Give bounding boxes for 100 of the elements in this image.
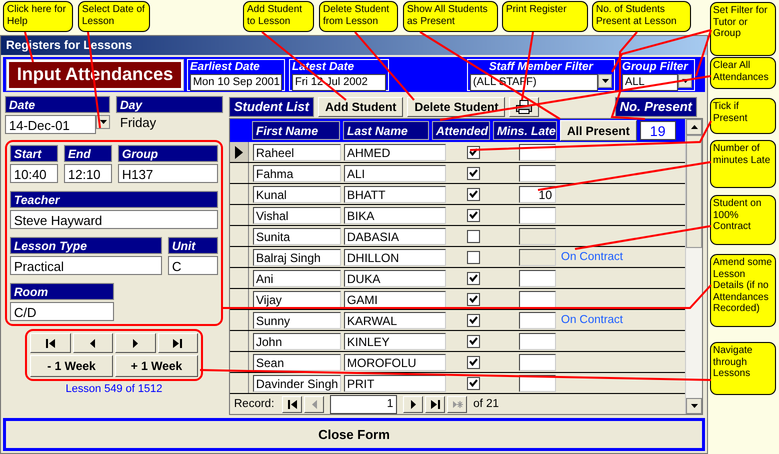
all-present-button[interactable]: All Present bbox=[560, 120, 637, 142]
callout: Print Register bbox=[502, 1, 588, 32]
checkbox[interactable] bbox=[467, 166, 480, 180]
checkbox[interactable] bbox=[467, 208, 480, 222]
checkbox[interactable] bbox=[467, 314, 480, 327]
teacher-field[interactable]: Steve Hayward bbox=[10, 210, 218, 230]
add-student-button[interactable]: Add Student bbox=[318, 97, 404, 118]
minutes-late-field[interactable] bbox=[519, 332, 556, 350]
table-cell: John bbox=[253, 332, 341, 350]
minus-week-button[interactable]: - 1 Week bbox=[30, 355, 113, 378]
field-label: Unit bbox=[168, 237, 218, 254]
scrollbar[interactable] bbox=[685, 119, 702, 414]
start-field[interactable]: 10:40 bbox=[10, 164, 58, 184]
minutes-late-field[interactable] bbox=[519, 164, 556, 182]
plus-week-button[interactable]: + 1 Week bbox=[115, 355, 198, 378]
dropdown-button[interactable] bbox=[598, 74, 612, 88]
column-header: Mins. Late bbox=[493, 121, 557, 140]
column-header[interactable]: Attended bbox=[432, 121, 490, 140]
contract-note: On Contract bbox=[561, 314, 623, 326]
skip-last-icon bbox=[172, 338, 184, 349]
table-cell: BIKA bbox=[344, 206, 446, 224]
minutes-late-field[interactable] bbox=[519, 248, 556, 266]
checkbox[interactable] bbox=[467, 334, 480, 348]
checkbox[interactable] bbox=[467, 356, 480, 369]
field-label: Group Filter bbox=[622, 60, 690, 74]
date-combo[interactable]: 14-Dec-01 bbox=[5, 115, 96, 134]
first-button[interactable] bbox=[30, 333, 70, 354]
record-selector[interactable] bbox=[230, 142, 249, 162]
callout: Navigate through Lessons bbox=[710, 342, 776, 395]
up-arrow-icon bbox=[690, 125, 698, 130]
down-arrow-icon bbox=[690, 404, 698, 408]
record-label: Record: bbox=[234, 398, 274, 410]
checkbox[interactable] bbox=[467, 272, 480, 285]
column-header: Last Name bbox=[343, 121, 429, 140]
checkbox[interactable] bbox=[467, 376, 480, 390]
minutes-late-field[interactable] bbox=[519, 228, 556, 245]
table-cell: Ani bbox=[253, 270, 341, 287]
minutes-late-field[interactable] bbox=[519, 312, 556, 329]
table-cell: Sunny bbox=[253, 312, 341, 329]
first-record-button[interactable] bbox=[282, 396, 302, 413]
callout: Show All Students as Present bbox=[403, 1, 498, 32]
lesson-type-field[interactable]: Practical bbox=[10, 256, 162, 276]
field-label: Teacher bbox=[10, 191, 218, 208]
table-cell: KARWAL bbox=[344, 312, 446, 329]
last-button[interactable] bbox=[158, 333, 198, 354]
printer-icon bbox=[516, 100, 532, 114]
last-record-button[interactable] bbox=[425, 396, 446, 413]
skip-last-icon bbox=[430, 398, 441, 410]
present-count: 19 bbox=[640, 121, 676, 140]
field-label: Start bbox=[10, 145, 58, 162]
group-field[interactable]: H137 bbox=[118, 164, 218, 184]
minutes-late-field[interactable] bbox=[519, 270, 556, 287]
next-record-button[interactable] bbox=[403, 396, 424, 413]
minutes-late-field[interactable]: 10 bbox=[519, 186, 556, 203]
field-label: End bbox=[64, 145, 112, 162]
table-cell: KINLEY bbox=[344, 332, 446, 350]
caret-icon bbox=[682, 78, 688, 83]
callout: Number of minutes Late bbox=[710, 140, 776, 188]
next-button[interactable] bbox=[115, 333, 156, 354]
table-cell: ALI bbox=[344, 164, 446, 182]
checkbox[interactable] bbox=[467, 230, 480, 243]
new-record-button[interactable] bbox=[447, 396, 468, 413]
field-label: Date bbox=[5, 96, 110, 114]
field-label: Day bbox=[116, 96, 223, 114]
date-field[interactable]: Mon 10 Sep 2001 bbox=[190, 74, 282, 91]
delete-student-button[interactable]: Delete Student bbox=[407, 97, 506, 118]
minutes-late-field[interactable] bbox=[519, 290, 556, 308]
field-label: Group bbox=[118, 145, 218, 162]
callout: Clear All Attendances bbox=[710, 57, 776, 89]
callout: Add Student to Lesson bbox=[243, 1, 314, 32]
table-cell: Sunita bbox=[253, 228, 341, 245]
end-field[interactable]: 12:10 bbox=[64, 164, 112, 184]
table-cell: Davinder Singh bbox=[253, 374, 341, 392]
skip-first-icon bbox=[44, 338, 56, 349]
close-form-button[interactable]: Close Form bbox=[3, 418, 705, 451]
callout: Tick if Present bbox=[710, 98, 776, 134]
unit-field[interactable]: C bbox=[168, 256, 218, 276]
new-record-icon bbox=[452, 398, 463, 410]
record-number-field[interactable]: 1 bbox=[330, 394, 398, 414]
table-cell: DHILLON bbox=[344, 248, 446, 266]
table-cell: GAMI bbox=[344, 290, 446, 308]
day-value: Friday bbox=[119, 114, 158, 132]
checkbox[interactable] bbox=[467, 188, 480, 201]
previous-record-button[interactable] bbox=[304, 396, 324, 413]
table-cell: PRIT bbox=[344, 374, 446, 392]
callout: Select Date of Lesson bbox=[78, 1, 150, 32]
minutes-late-field[interactable] bbox=[519, 206, 556, 224]
room-field[interactable]: C/D bbox=[10, 302, 114, 322]
checkbox[interactable] bbox=[467, 292, 480, 306]
table-cell: DABASIA bbox=[344, 228, 446, 245]
help-button[interactable]: Input Attendances bbox=[7, 60, 183, 90]
table-cell: Sean bbox=[253, 354, 341, 371]
callout: Set Filter for Tutor or Group bbox=[710, 2, 776, 56]
table-cell: DUKA bbox=[344, 270, 446, 287]
table-cell: MOROFOLU bbox=[344, 354, 446, 371]
checkbox[interactable] bbox=[467, 250, 480, 264]
lesson-position: Lesson 549 of 1512 bbox=[64, 383, 164, 396]
previous-button[interactable] bbox=[72, 333, 113, 354]
current-record-icon bbox=[235, 146, 243, 159]
minutes-late-field[interactable] bbox=[519, 354, 556, 371]
